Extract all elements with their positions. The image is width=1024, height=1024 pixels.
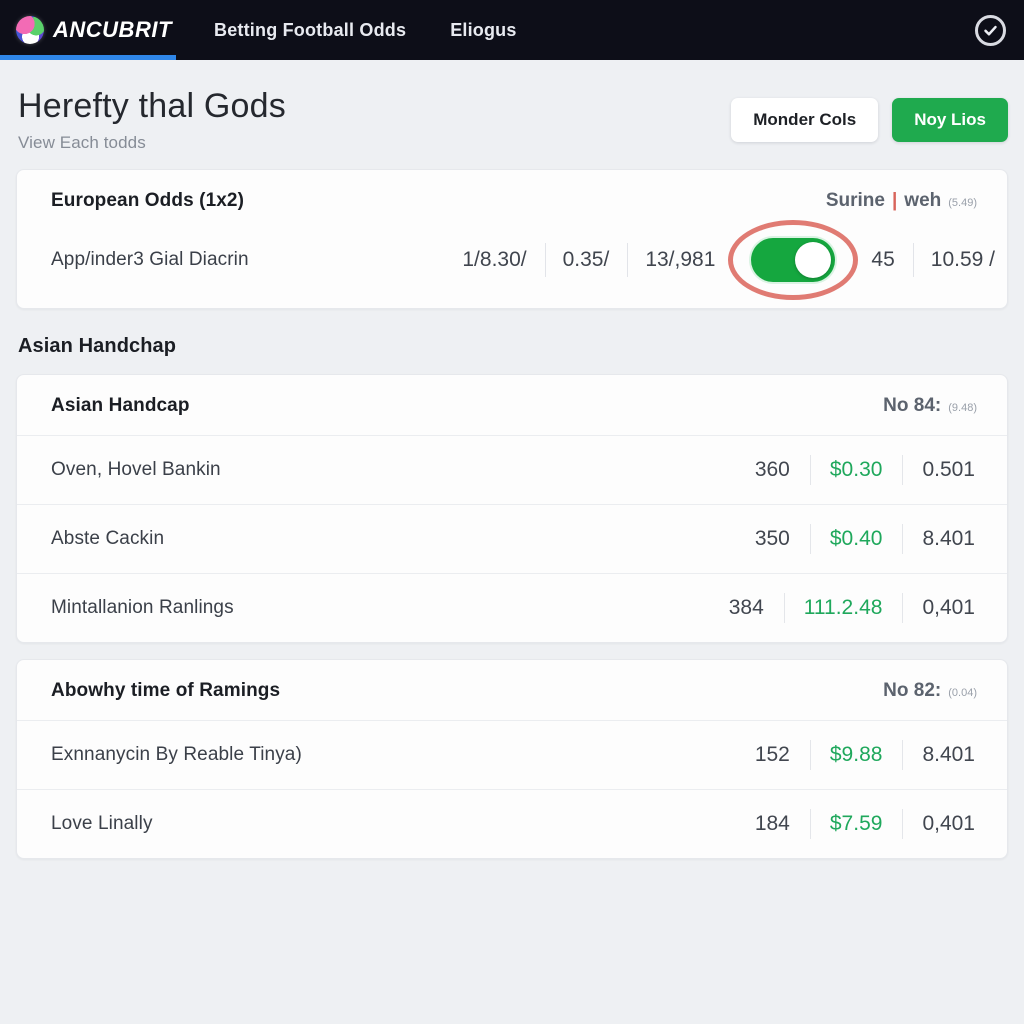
ramings-card-header: Abowhy time of Ramings No 82: (0.04): [17, 660, 1007, 720]
page-header-actions: Monder Cols Noy Lios: [731, 86, 1008, 142]
european-odds-meta: Surine | weh (5.49): [826, 190, 983, 212]
check-circle-icon[interactable]: [975, 14, 1006, 46]
european-odds-meta-small: (5.49): [948, 197, 977, 210]
row-label: Abste Cackin: [51, 528, 165, 550]
row-label: Exnnanycin By Reable Tinya): [51, 744, 302, 766]
section-title-asian-handchap: Asian Handchap: [18, 335, 177, 358]
noy-lios-button[interactable]: Noy Lios: [892, 98, 1008, 142]
ramings-meta: No 82: (0.04): [883, 680, 983, 702]
nav-link-betting-football-odds[interactable]: Betting Football Odds: [214, 20, 406, 41]
odds-cell-1[interactable]: 1/8.30/: [444, 248, 544, 272]
ramings-card: Abowhy time of Ramings No 82: (0.04) Exn…: [16, 659, 1008, 860]
brand-logo[interactable]: ANCUBRIT: [16, 16, 176, 44]
row-value: 0,401: [902, 812, 983, 836]
row-cells: 184 $7.59 0,401: [735, 812, 983, 836]
nav-links: Betting Football Odds Eliogus: [214, 20, 517, 41]
page-title: Herefty thal Gods: [18, 87, 286, 125]
ramings-meta-small: (0.04): [948, 687, 977, 700]
european-odds-row: App/inder3 Gial Diacrin 1/8.30/ 0.35/ 13…: [17, 220, 1007, 308]
row-count: 360: [754, 458, 790, 482]
european-odds-row-label: App/inder3 Gial Diacrin: [51, 249, 249, 271]
table-row[interactable]: Oven, Hovel Bankin 360 $0.30 0.501: [17, 435, 1007, 504]
page-content: Herefty thal Gods View Each todds Monder…: [0, 60, 1024, 860]
row-cells: 152 $9.88 8.401: [735, 743, 983, 767]
table-row[interactable]: Abste Cackin 350 $0.40 8.401: [17, 504, 1007, 573]
odds-cell-4[interactable]: 45: [853, 248, 912, 272]
row-count: 184: [754, 812, 790, 836]
asian-handicap-meta-strong: No 84:: [883, 395, 942, 417]
european-odds-card-header: European Odds (1x2) Surine | weh (5.49): [17, 170, 1007, 230]
asian-handicap-card: Asian Handcap No 84: (9.48) Oven, Hovel …: [16, 374, 1008, 644]
row-cells: 360 $0.30 0.501: [735, 458, 983, 482]
row-count: 350: [754, 527, 790, 551]
row-money: $0.40: [810, 527, 903, 551]
row-label: Mintallanion Ranlings: [51, 597, 234, 619]
active-tab-underline: [0, 55, 176, 60]
asian-handicap-title: Asian Handcap: [51, 395, 190, 417]
row-value: 0.501: [902, 458, 983, 482]
brand-name: ANCUBRIT: [53, 17, 172, 42]
odds-toggle-wrapper: [728, 220, 859, 301]
monder-cols-button[interactable]: Monder Cols: [731, 98, 879, 142]
asian-handicap-meta: No 84: (9.48): [883, 395, 983, 417]
row-cells: 384 111.2.48 0,401: [709, 596, 983, 620]
european-odds-meta-right: weh: [904, 190, 942, 212]
brand-mark-icon: [16, 16, 44, 44]
row-money: $7.59: [810, 812, 903, 836]
row-value: 0,401: [902, 596, 983, 620]
odds-toggle-knob: [795, 242, 832, 279]
row-count: 384: [728, 596, 764, 620]
asian-handicap-card-header: Asian Handcap No 84: (9.48): [17, 375, 1007, 435]
european-odds-meta-left: Surine: [825, 190, 885, 212]
european-odds-card: European Odds (1x2) Surine | weh (5.49) …: [16, 169, 1008, 310]
odds-cell-2[interactable]: 0.35/: [545, 248, 628, 272]
odds-toggle-switch[interactable]: [751, 238, 836, 283]
row-label: Oven, Hovel Bankin: [51, 459, 221, 481]
page-header-text: Herefty thal Gods View Each todds: [16, 86, 731, 153]
asian-handicap-meta-small: (9.48): [948, 402, 977, 415]
european-odds-meta-separator: |: [891, 190, 898, 212]
european-odds-title: European Odds (1x2): [51, 190, 244, 212]
ramings-meta-strong: No 82:: [883, 680, 942, 702]
top-navbar: ANCUBRIT Betting Football Odds Eliogus: [0, 0, 1024, 60]
ramings-title: Abowhy time of Ramings: [51, 680, 281, 702]
european-odds-cells: 1/8.30/ 0.35/ 13/,981 45 10.59 /: [444, 220, 1007, 301]
row-money: 111.2.48: [784, 596, 903, 620]
table-row[interactable]: Love Linally 184 $7.59 0,401: [17, 789, 1007, 858]
table-row[interactable]: Mintallanion Ranlings 384 111.2.48 0,401: [17, 573, 1007, 642]
odds-cell-5[interactable]: 10.59 /: [913, 248, 1007, 272]
row-value: 8.401: [902, 527, 983, 551]
nav-link-eliogus[interactable]: Eliogus: [450, 20, 516, 41]
odds-cell-3[interactable]: 13/,981: [627, 248, 733, 272]
row-cells: 350 $0.40 8.401: [735, 527, 983, 551]
row-money: $9.88: [810, 743, 903, 767]
page-subtitle: View Each todds: [18, 133, 146, 153]
navbar-right: [975, 14, 1006, 46]
row-count: 152: [754, 743, 790, 767]
row-label: Love Linally: [51, 813, 153, 835]
row-money: $0.30: [810, 458, 903, 482]
page-header: Herefty thal Gods View Each todds Monder…: [16, 60, 1008, 169]
row-value: 8.401: [902, 743, 983, 767]
table-row[interactable]: Exnnanycin By Reable Tinya) 152 $9.88 8.…: [17, 720, 1007, 789]
